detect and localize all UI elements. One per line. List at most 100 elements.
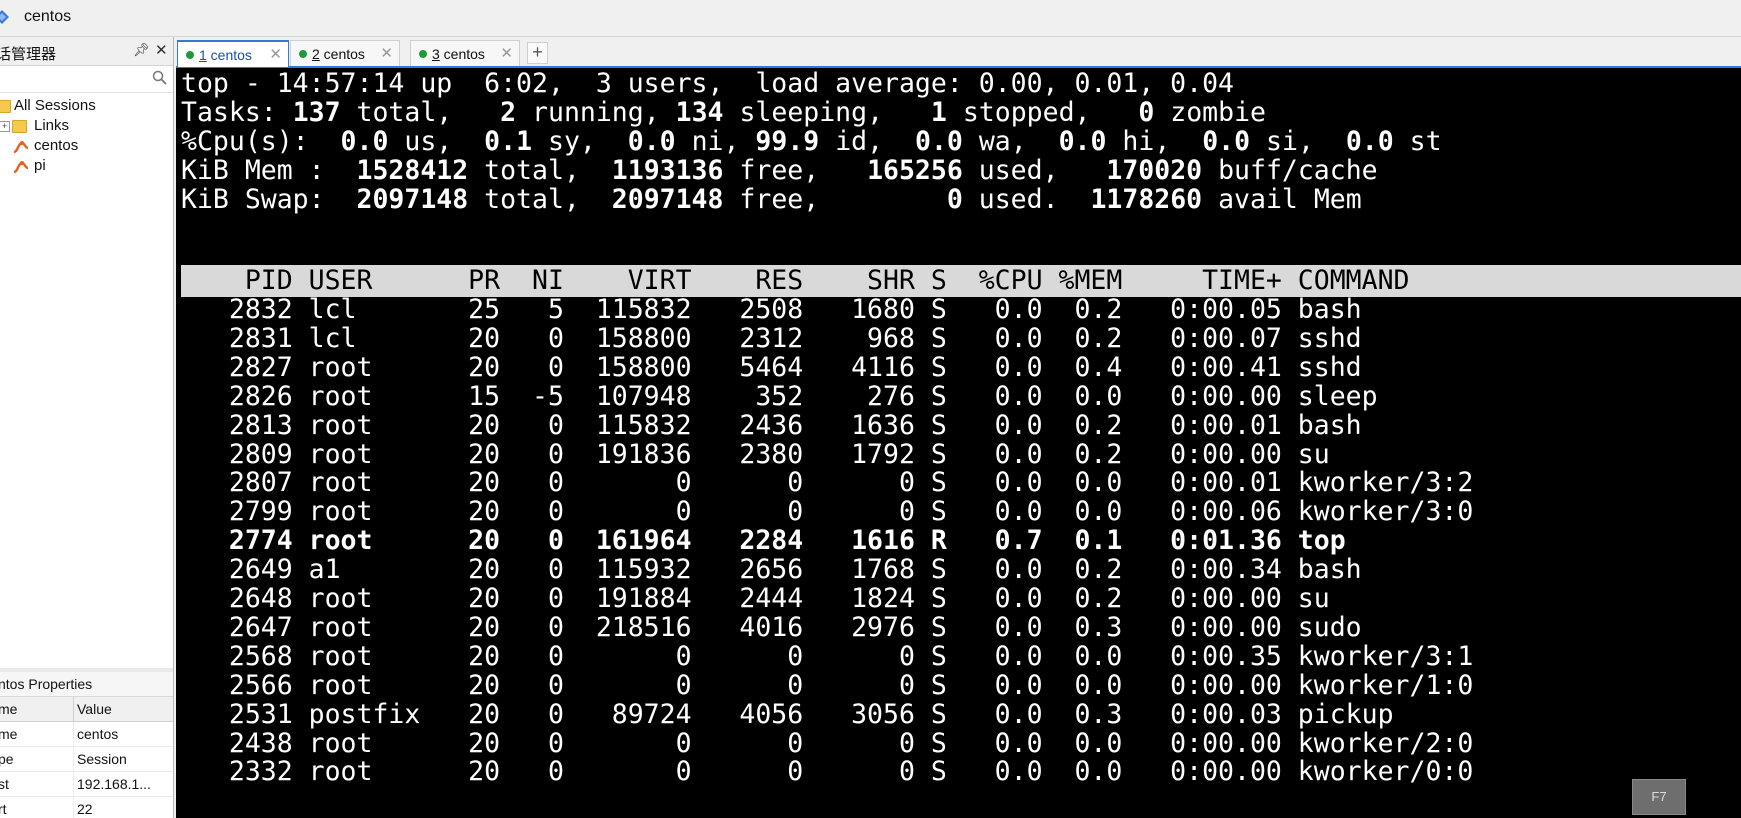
summary-value: 0 (946, 184, 963, 215)
column-value-header[interactable]: Value (77, 701, 112, 717)
summary-text: id, (819, 126, 915, 157)
close-tab-icon[interactable]: ✕ (269, 45, 282, 63)
summary-value: 0.0 (1345, 126, 1394, 157)
summary-text: %Cpu(s): (181, 126, 341, 157)
summary-value: 0.0 (1058, 126, 1107, 157)
window-title: centos (24, 8, 72, 25)
summary-line: KiB Swap: 2097148 total, 2097148 free, 0… (181, 184, 1362, 216)
connected-status-icon (186, 51, 194, 59)
summary-line: KiB Mem : 1528412 total, 1193136 free, 1… (181, 155, 1378, 187)
tab-number: 2 (312, 46, 320, 62)
folder-icon (12, 120, 27, 133)
process-row: 2826 root 15 -5 107948 352 276 S 0.0 0.0… (181, 381, 1378, 412)
summary-value: 2 (500, 97, 517, 128)
summary-value: 1193136 (611, 155, 724, 186)
tab-title: centos (206, 47, 252, 63)
column-name-header[interactable]: me (0, 701, 17, 717)
process-row: 2827 root 20 0 158800 5464 4116 S 0.0 0.… (181, 352, 1362, 383)
session-properties-panel: ntos Properties me Value me centos pe Se… (0, 668, 173, 818)
close-tab-icon[interactable]: ✕ (500, 44, 513, 62)
tab-centos-1[interactable]: 1 centos ✕ (177, 40, 289, 67)
summary-text: si, (1250, 126, 1346, 157)
new-tab-button[interactable]: + (527, 42, 548, 64)
session-filter-input[interactable] (0, 68, 144, 90)
summary-text: used. (962, 184, 1091, 215)
tab-title: centos (439, 46, 485, 62)
close-tab-icon[interactable]: ✕ (380, 44, 393, 62)
session-manager-header: 话管理器 📌︎ ✕ (0, 37, 173, 66)
process-row: 2332 root 20 0 0 0 0 S 0.0 0.0 0:00.00 k… (181, 756, 1474, 787)
summary-text: used, (962, 155, 1107, 186)
summary-line: top - 14:57:14 up 6:02, 3 users, load av… (181, 68, 1234, 100)
summary-text: KiB Mem : (181, 155, 357, 186)
property-row[interactable]: pe Session (0, 747, 173, 772)
column-divider (73, 722, 74, 746)
column-divider (73, 797, 74, 818)
summary-line: Tasks: 137 total, 2 running, 134 sleepin… (181, 97, 1266, 129)
summary-value: 2097148 (611, 184, 724, 215)
summary-value: 170020 (1106, 155, 1203, 186)
connected-status-icon (299, 50, 307, 58)
process-row: 2807 root 20 0 0 0 0 S 0.0 0.0 0:00.01 k… (181, 467, 1474, 498)
tree-item-pi[interactable]: pi (0, 155, 173, 177)
column-divider (73, 772, 74, 796)
summary-text: free, (723, 155, 868, 186)
summary-value: 1528412 (356, 155, 469, 186)
session-manager-title: 话管理器 (0, 46, 57, 63)
property-row[interactable]: rt 22 (0, 797, 173, 818)
summary-line: %Cpu(s): 0.0 us, 0.1 sy, 0.0 ni, 99.9 id… (181, 126, 1442, 158)
tab-label: 3 centos (432, 46, 485, 62)
column-divider[interactable] (73, 697, 74, 721)
terminal-screen[interactable]: top - 14:57:14 up 6:02, 3 users, load av… (176, 68, 1741, 818)
process-row: 2648 root 20 0 191884 2444 1824 S 0.0 0.… (181, 583, 1330, 614)
session-filter-row (0, 66, 173, 93)
tab-number: 3 (432, 46, 440, 62)
summary-value: 99.9 (755, 126, 820, 157)
tree-item-all-sessions[interactable]: All Sessions (0, 95, 173, 117)
close-pane-icon[interactable]: ✕ (155, 41, 168, 59)
property-row[interactable]: me centos (0, 722, 173, 747)
summary-text: sy, (532, 126, 628, 157)
summary-text: running, (516, 97, 676, 128)
tab-label: 2 centos (312, 46, 365, 62)
summary-text: hi, (1106, 126, 1203, 157)
process-row: 2649 a1 20 0 115932 2656 1768 S 0.0 0.2 … (181, 554, 1362, 585)
summary-text: st (1393, 126, 1442, 157)
summary-value: 0.0 (1202, 126, 1251, 157)
expand-icon[interactable]: + (0, 121, 10, 132)
process-table-header: PID USER PR NI VIRT RES SHR S %CPU %MEM … (181, 265, 1410, 296)
summary-text: buff/cache (1202, 155, 1378, 186)
session-tab-bar: 1 centos ✕ 2 centos ✕ 3 centos ✕ + (176, 37, 1741, 68)
column-divider (73, 747, 74, 771)
tab-centos-2[interactable]: 2 centos ✕ (290, 40, 400, 66)
tab-number: 1 (199, 47, 207, 63)
process-row: 2647 root 20 0 218516 4016 2976 S 0.0 0.… (181, 612, 1362, 643)
process-row: 2566 root 20 0 0 0 0 S 0.0 0.0 0:00.00 k… (181, 670, 1474, 701)
summary-text: KiB Swap: (181, 184, 357, 215)
search-icon[interactable] (152, 70, 167, 90)
tree-item-links[interactable]: + Links (0, 115, 173, 137)
folder-open-icon (0, 100, 11, 113)
process-row: 2568 root 20 0 0 0 0 S 0.0 0.0 0:00.35 k… (181, 641, 1474, 672)
summary-text: total, (468, 155, 612, 186)
summary-text: avail Mem (1202, 184, 1362, 215)
app-logo-icon (0, 9, 10, 30)
summary-value: 0.0 (627, 126, 676, 157)
summary-value: 2097148 (356, 184, 469, 215)
f7-key-hint[interactable]: F7 (1632, 779, 1686, 815)
properties-header: me Value (0, 697, 173, 722)
tab-centos-3[interactable]: 3 centos ✕ (410, 40, 520, 66)
tab-title: centos (319, 46, 365, 62)
summary-value: 1 (930, 97, 947, 128)
summary-value: 1178260 (1090, 184, 1203, 215)
pin-icon[interactable]: 📌︎ (133, 42, 150, 58)
summary-value: 0 (1138, 97, 1155, 128)
process-row: 2813 root 20 0 115832 2436 1636 S 0.0 0.… (181, 410, 1362, 441)
process-row: 2774 root 20 0 161964 2284 1616 R 0.7 0.… (181, 525, 1346, 556)
process-row: 2832 lcl 25 5 115832 2508 1680 S 0.0 0.2… (181, 294, 1362, 325)
property-row[interactable]: st 192.168.1... (0, 772, 173, 797)
summary-value: 165256 (867, 155, 963, 186)
tree-item-centos[interactable]: centos (0, 135, 173, 157)
title-bar: centos (0, 0, 1741, 37)
summary-text: sleeping, (723, 97, 931, 128)
